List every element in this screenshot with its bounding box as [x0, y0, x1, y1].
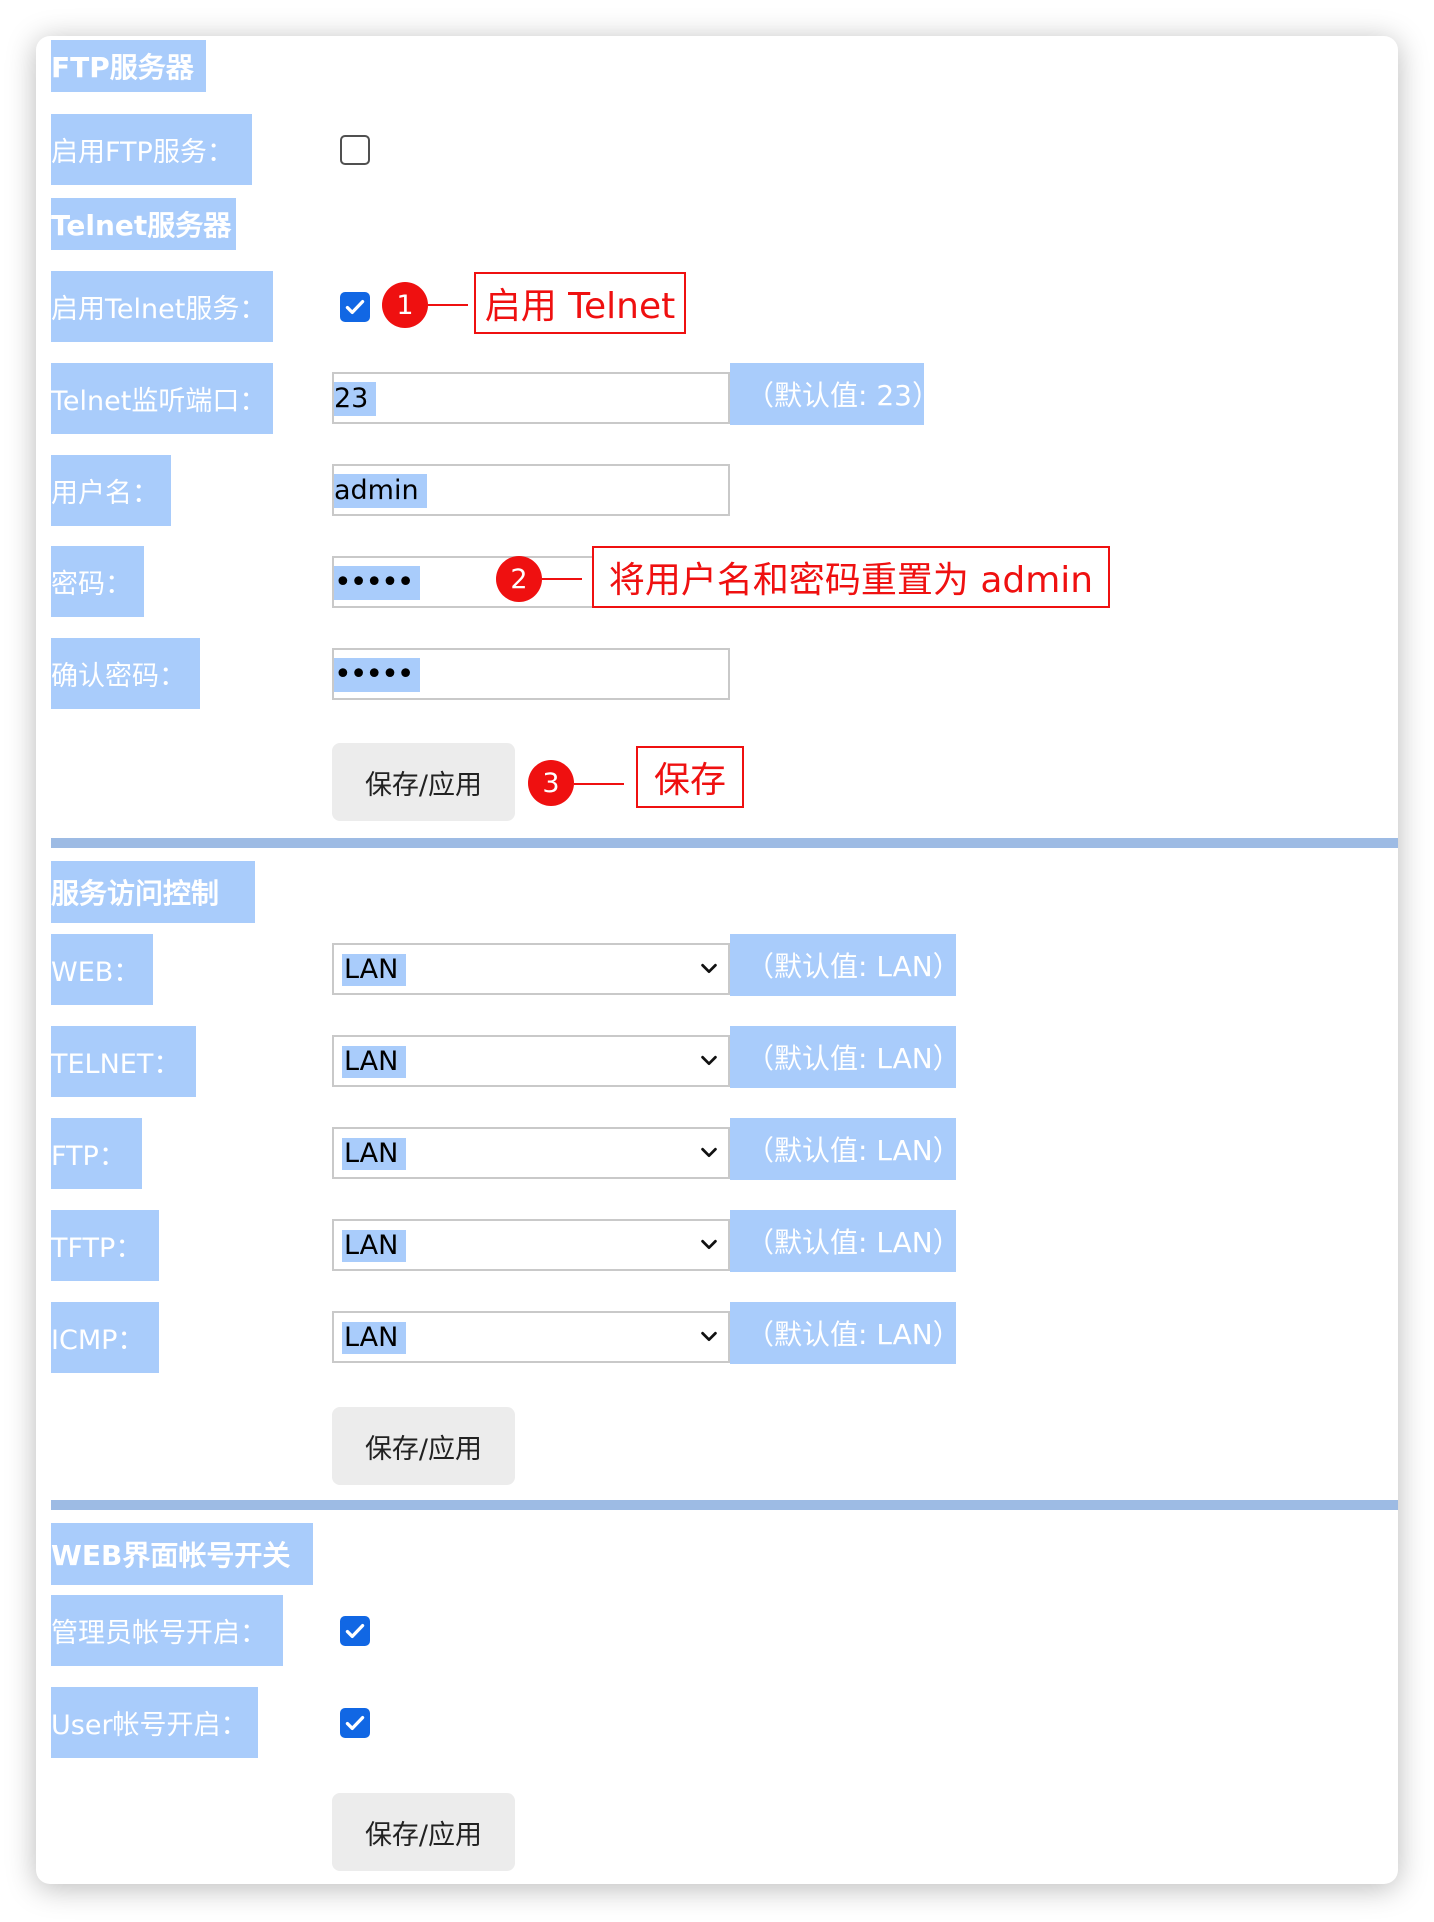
telnet-port-hint: （默认值: 23） — [730, 363, 940, 425]
section-divider — [51, 838, 1398, 848]
checkmark-icon — [345, 299, 365, 315]
user-account-label: User帐号开启： — [51, 1687, 258, 1758]
access-row-select[interactable]: LAN — [332, 943, 730, 995]
access-row-label: WEB： — [51, 934, 153, 1005]
annotation-line-2 — [542, 578, 582, 580]
chevron-down-icon — [701, 1055, 717, 1066]
access-control-save-button[interactable]: 保存/应用 — [332, 1407, 515, 1485]
chevron-down-icon — [701, 1147, 717, 1158]
checkmark-icon — [345, 1715, 365, 1731]
access-row-select[interactable]: LAN — [332, 1219, 730, 1271]
ftp-enable-label: 启用FTP服务： — [51, 114, 252, 185]
access-row-label: FTP： — [51, 1118, 142, 1189]
telnet-port-value: 23 — [334, 382, 377, 416]
username-value: admin — [334, 474, 427, 508]
access-row-select-value: LAN — [342, 1230, 407, 1262]
access-row-hint: （默认值: LAN） — [730, 1302, 961, 1364]
confirm-password-input[interactable]: ••••• — [332, 648, 730, 700]
telnet-enable-checkbox[interactable] — [340, 292, 370, 322]
access-row-hint: （默认值: LAN） — [730, 1026, 961, 1088]
access-row-select-value: LAN — [342, 1138, 407, 1170]
access-row-select[interactable]: LAN — [332, 1311, 730, 1363]
access-row-hint: （默认值: LAN） — [730, 1210, 961, 1272]
user-account-checkbox[interactable] — [340, 1708, 370, 1738]
access-row-select[interactable]: LAN — [332, 1035, 730, 1087]
access-row-label: ICMP： — [51, 1302, 159, 1373]
annotation-line-3 — [574, 783, 624, 785]
telnet-save-button[interactable]: 保存/应用 — [332, 743, 515, 821]
section-title-ftp: FTP服务器 — [51, 40, 206, 92]
telnet-port-label: Telnet监听端口： — [51, 363, 273, 434]
admin-account-label: 管理员帐号开启： — [51, 1595, 283, 1666]
access-row-label: TFTP： — [51, 1210, 159, 1281]
chevron-down-icon — [701, 963, 717, 974]
access-row-select-value: LAN — [342, 1046, 407, 1078]
username-input[interactable]: admin — [332, 464, 730, 516]
ftp-enable-checkbox[interactable] — [340, 135, 370, 165]
password-value: ••••• — [334, 566, 421, 600]
confirm-password-label: 确认密码： — [51, 638, 200, 709]
access-row-hint: （默认值: LAN） — [730, 1118, 961, 1180]
access-row-hint: （默认值: LAN） — [730, 934, 961, 996]
annotation-text-3: 保存 — [636, 746, 744, 808]
chevron-down-icon — [701, 1331, 717, 1342]
annotation-marker-3: 3 — [528, 760, 574, 806]
annotation-text-1: 启用 Telnet — [474, 272, 686, 334]
password-label: 密码： — [51, 546, 144, 617]
section-title-web-account: WEB界面帐号开关 — [51, 1523, 313, 1585]
admin-account-checkbox[interactable] — [340, 1616, 370, 1646]
telnet-port-input[interactable]: 23 — [332, 372, 730, 424]
section-title-telnet: Telnet服务器 — [51, 198, 236, 250]
access-row-select-value: LAN — [342, 1322, 407, 1354]
web-account-save-button[interactable]: 保存/应用 — [332, 1793, 515, 1871]
annotation-marker-1: 1 — [382, 282, 428, 328]
section-divider — [51, 1500, 1398, 1510]
username-label: 用户名： — [51, 455, 171, 526]
access-row-select-value: LAN — [342, 954, 407, 986]
settings-panel: FTP服务器 启用FTP服务： Telnet服务器 启用Telnet服务： Te… — [36, 36, 1398, 1884]
annotation-text-2: 将用户名和密码重置为 admin — [592, 546, 1110, 608]
annotation-line-1 — [428, 304, 468, 306]
section-title-access-control: 服务访问控制 — [51, 861, 255, 923]
access-row-label: TELNET： — [51, 1026, 196, 1097]
telnet-enable-label: 启用Telnet服务： — [51, 271, 273, 342]
chevron-down-icon — [701, 1239, 717, 1250]
checkmark-icon — [345, 1623, 365, 1639]
confirm-password-value: ••••• — [334, 658, 421, 692]
access-row-select[interactable]: LAN — [332, 1127, 730, 1179]
annotation-marker-2: 2 — [496, 556, 542, 602]
